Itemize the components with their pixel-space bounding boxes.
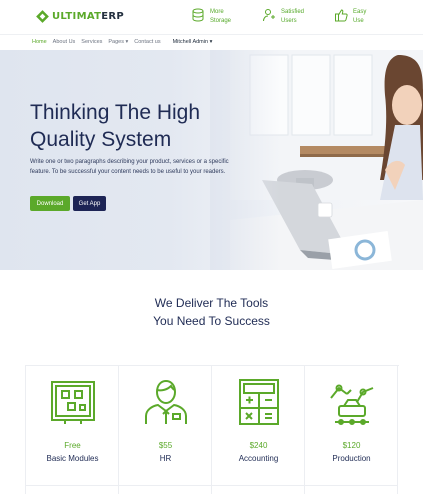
user-menu[interactable]: Mitchell Admin ▾ xyxy=(173,39,213,45)
hero-banner: Thinking The High Quality System Write o… xyxy=(0,50,423,270)
thumbs-up-icon xyxy=(335,9,348,22)
logo-icon xyxy=(36,10,49,23)
calculator-icon xyxy=(239,379,279,425)
feature-satisfied-users: Satisfied Users xyxy=(262,8,304,26)
card-name: Production xyxy=(332,454,371,463)
database-icon xyxy=(192,8,204,22)
card-basic-modules[interactable]: Free Basic Modules xyxy=(26,366,119,486)
card-name: Accounting xyxy=(238,454,279,463)
card-row2-start xyxy=(212,486,305,494)
tools-section-title: We Deliver The Tools You Need To Success xyxy=(153,296,270,328)
header: ULTIMATERP More Storage Satisfied Users Ea… xyxy=(0,0,423,34)
robot-arm-icon xyxy=(330,384,374,425)
nav-services[interactable]: Services xyxy=(81,39,102,45)
feature-easy-use: Easy Use xyxy=(334,8,366,26)
card-accounting[interactable]: $240 Accounting xyxy=(212,366,305,486)
main-nav: Home About Us Services Pages ▾ Contact u… xyxy=(0,34,423,50)
get-app-button[interactable]: Get App xyxy=(73,196,106,211)
hero-description: Write one or two paragraphs describing y… xyxy=(30,159,229,175)
download-button[interactable]: Download xyxy=(30,196,70,211)
card-row2-start xyxy=(119,486,212,494)
hero-title: Thinking The High Quality System xyxy=(30,101,201,151)
logo[interactable]: ULTIMATERP xyxy=(36,10,124,23)
card-hr[interactable]: $55 HR xyxy=(119,366,212,486)
modules-icon xyxy=(51,381,95,424)
hr-person-icon xyxy=(145,379,187,424)
nav-about-us[interactable]: About Us xyxy=(53,39,76,45)
card-price: $240 xyxy=(249,441,268,450)
card-row2-start xyxy=(305,486,398,494)
satisfied-users-icon xyxy=(263,9,275,22)
card-production[interactable]: $120 Production xyxy=(305,366,398,486)
nav-contact-us[interactable]: Contact us xyxy=(134,39,160,45)
card-name: Basic Modules xyxy=(46,454,99,463)
nav-home[interactable]: Home xyxy=(32,39,47,45)
card-price: Free xyxy=(64,441,81,450)
card-price: $120 xyxy=(342,441,361,450)
tools-cards-grid: Free Basic Modules $55 HR $240 Accountin… xyxy=(25,365,399,494)
logo-text: ULTIMATERP xyxy=(52,11,124,22)
card-price: $55 xyxy=(158,441,173,450)
nav-pages-dropdown[interactable]: Pages ▾ xyxy=(108,39,128,45)
card-row2-start xyxy=(26,486,119,494)
card-name: HR xyxy=(159,454,172,463)
feature-more-storage: More Storage xyxy=(191,8,231,26)
